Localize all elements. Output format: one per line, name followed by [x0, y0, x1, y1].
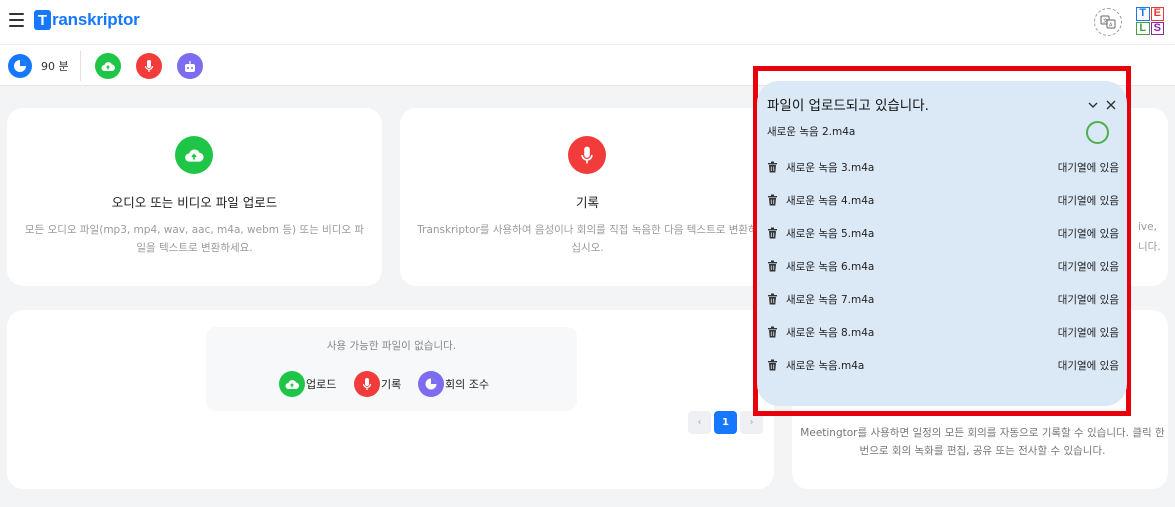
upload-panel-title: 파일이 업로드되고 있습니다.	[767, 98, 929, 114]
meetingtor-desc: Meetingtor를 사용하면 일정의 모든 회의를 자동으로 기록할 수 있…	[800, 427, 1165, 457]
empty-files-text: 사용 가능한 파일이 없습니다.	[326, 340, 457, 352]
pagination-page-button[interactable]: 1	[714, 411, 737, 434]
trash-icon[interactable]	[767, 227, 778, 239]
queued-file-row: 새로운 녹음 5.m4a 대기열에 있음	[767, 223, 1119, 243]
card-desc-fragment-1: ive,	[1138, 221, 1157, 233]
upload-chip[interactable]: 업로드	[279, 371, 336, 397]
meeting-assistant-chip[interactable]: 회의 조수	[418, 371, 489, 397]
cloud-upload-icon	[279, 371, 305, 397]
tels-letter-s: S	[1150, 21, 1164, 35]
queued-file-row: 새로운 녹음 3.m4a 대기열에 있음	[767, 157, 1119, 177]
queued-status: 대기열에 있음	[1057, 326, 1119, 339]
record-card-title: 기록	[575, 195, 599, 210]
upload-card-title: 오디오 또는 비디오 파일 업로드	[111, 195, 278, 210]
record-card-desc: Transkriptor를 사용하여 음성이나 회의를 직접 녹음한 다음 텍스…	[417, 224, 758, 254]
queued-status: 대기열에 있음	[1057, 161, 1119, 174]
queued-file-name: 새로운 녹음 4.m4a	[786, 194, 875, 207]
empty-files-box: 사용 가능한 파일이 없습니다. 업로드 기록 회의 조수	[206, 327, 577, 411]
trash-icon[interactable]	[767, 260, 778, 272]
uploading-file-name: 새로운 녹음 2.m4a	[767, 126, 856, 138]
pie-chart-icon	[418, 371, 444, 397]
tels-letter-l: L	[1136, 21, 1150, 35]
queued-file-name: 새로운 녹음.m4a	[786, 359, 865, 372]
trash-icon[interactable]	[767, 161, 778, 173]
queued-file-row: 새로운 녹음 7.m4a 대기열에 있음	[767, 289, 1119, 309]
svg-text:A: A	[1109, 23, 1113, 29]
tels-letter-t: T	[1136, 7, 1150, 21]
queued-file-name: 새로운 녹음 3.m4a	[786, 161, 875, 174]
cloud-upload-icon	[175, 136, 213, 174]
robot-icon[interactable]	[177, 53, 203, 79]
logo-text: ranskriptor	[52, 10, 140, 29]
toolbar-divider	[80, 51, 81, 81]
trash-icon[interactable]	[767, 359, 778, 371]
record-chip[interactable]: 기록	[354, 371, 401, 397]
microphone-icon	[568, 136, 606, 174]
queued-file-name: 새로운 녹음 8.m4a	[786, 326, 875, 339]
queued-status: 대기열에 있음	[1057, 227, 1119, 240]
close-icon[interactable]	[1105, 96, 1117, 110]
card-desc-fragment-2: 니다.	[1138, 241, 1161, 253]
translate-icon[interactable]: 文A	[1094, 8, 1122, 36]
upload-progress-spinner	[1086, 121, 1109, 144]
upload-progress-panel: 파일이 업로드되고 있습니다. 새로운 녹음 2.m4a 새로운 녹음 3.m4…	[757, 81, 1127, 406]
queued-file-row: 새로운 녹음 8.m4a 대기열에 있음	[767, 322, 1119, 342]
svg-text:文: 文	[1103, 18, 1108, 25]
top-header: T ranskriptor 文A T E L S	[0, 0, 1175, 44]
upload-card[interactable]: 오디오 또는 비디오 파일 업로드 모든 오디오 파일(mp3, mp4, wa…	[7, 108, 382, 286]
queued-file-name: 새로운 녹음 5.m4a	[786, 227, 875, 240]
queued-file-row: 새로운 녹음 4.m4a 대기열에 있음	[767, 190, 1119, 210]
chevron-down-icon[interactable]	[1087, 96, 1099, 108]
microphone-icon[interactable]	[136, 53, 162, 79]
trash-icon[interactable]	[767, 293, 778, 305]
queued-file-row: 새로운 녹음.m4a 대기열에 있음	[767, 355, 1119, 375]
queued-status: 대기열에 있음	[1057, 194, 1119, 207]
queued-status: 대기열에 있음	[1057, 293, 1119, 306]
upload-chip-label: 업로드	[306, 378, 337, 391]
tels-logo[interactable]: T E L S	[1136, 7, 1164, 35]
logo[interactable]: T ranskriptor	[34, 10, 140, 30]
record-chip-label: 기록	[381, 378, 402, 391]
trash-icon[interactable]	[767, 194, 778, 206]
minutes-remaining: 90 분	[41, 60, 69, 73]
trash-icon[interactable]	[767, 326, 778, 338]
queued-status: 대기열에 있음	[1057, 359, 1119, 372]
minutes-pie-icon	[8, 54, 32, 78]
queued-file-row: 새로운 녹음 6.m4a 대기열에 있음	[767, 256, 1119, 276]
queued-file-name: 새로운 녹음 6.m4a	[786, 260, 875, 273]
microphone-icon	[354, 371, 380, 397]
meeting-chip-label: 회의 조수	[445, 378, 489, 391]
menu-icon[interactable]	[9, 13, 24, 27]
logo-mark: T	[34, 10, 51, 30]
queued-file-name: 새로운 녹음 7.m4a	[786, 293, 875, 306]
record-card[interactable]: 기록 Transkriptor를 사용하여 음성이나 회의를 직접 녹음한 다음…	[400, 108, 775, 286]
queued-status: 대기열에 있음	[1057, 260, 1119, 273]
tels-letter-e: E	[1150, 7, 1164, 21]
pagination-prev-button[interactable]: ‹	[688, 411, 711, 434]
cloud-upload-icon[interactable]	[95, 53, 121, 79]
upload-card-desc: 모든 오디오 파일(mp3, mp4, wav, aac, m4a, webm …	[24, 224, 365, 254]
